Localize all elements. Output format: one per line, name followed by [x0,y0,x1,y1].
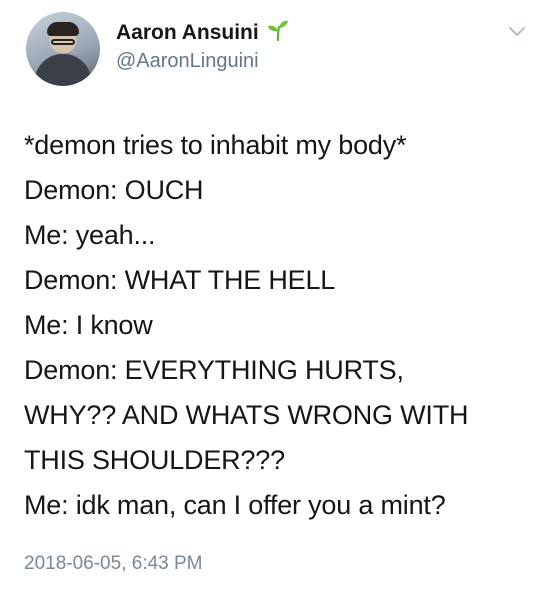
tweet-text-line: Demon: EVERYTHING HURTS, [24,355,404,385]
tweet-text-line: THIS SHOULDER??? [24,445,285,475]
tweet-text-line: Me: yeah... [24,220,156,250]
tweet: Aaron Ansuini @AaronLinguini *demon trie… [0,0,540,591]
tweet-text-line: Demon: OUCH [24,175,204,205]
tweet-text: *demon tries to inhabit my body* Demon: … [24,123,530,528]
tweet-text-line: WHY?? AND WHATS WRONG WITH [24,400,469,430]
seedling-icon [267,20,288,41]
tweet-text-line: Me: I know [24,310,153,340]
user-handle[interactable]: @AaronLinguini [116,50,259,73]
avatar-hair [47,22,79,36]
display-name[interactable]: Aaron Ansuini [116,21,259,44]
display-name-row[interactable]: Aaron Ansuini [116,19,289,45]
tweet-text-line: Me: idk man, can I offer you a mint? [24,490,446,520]
avatar-glasses [51,39,75,45]
tweet-text-line: *demon tries to inhabit my body* [24,130,407,160]
tweet-timestamp[interactable]: 2018-06-05, 6:43 PM [24,553,203,575]
chevron-down-icon[interactable] [508,26,526,38]
tweet-text-line: Demon: WHAT THE HELL [24,265,336,295]
avatar[interactable] [26,12,100,86]
